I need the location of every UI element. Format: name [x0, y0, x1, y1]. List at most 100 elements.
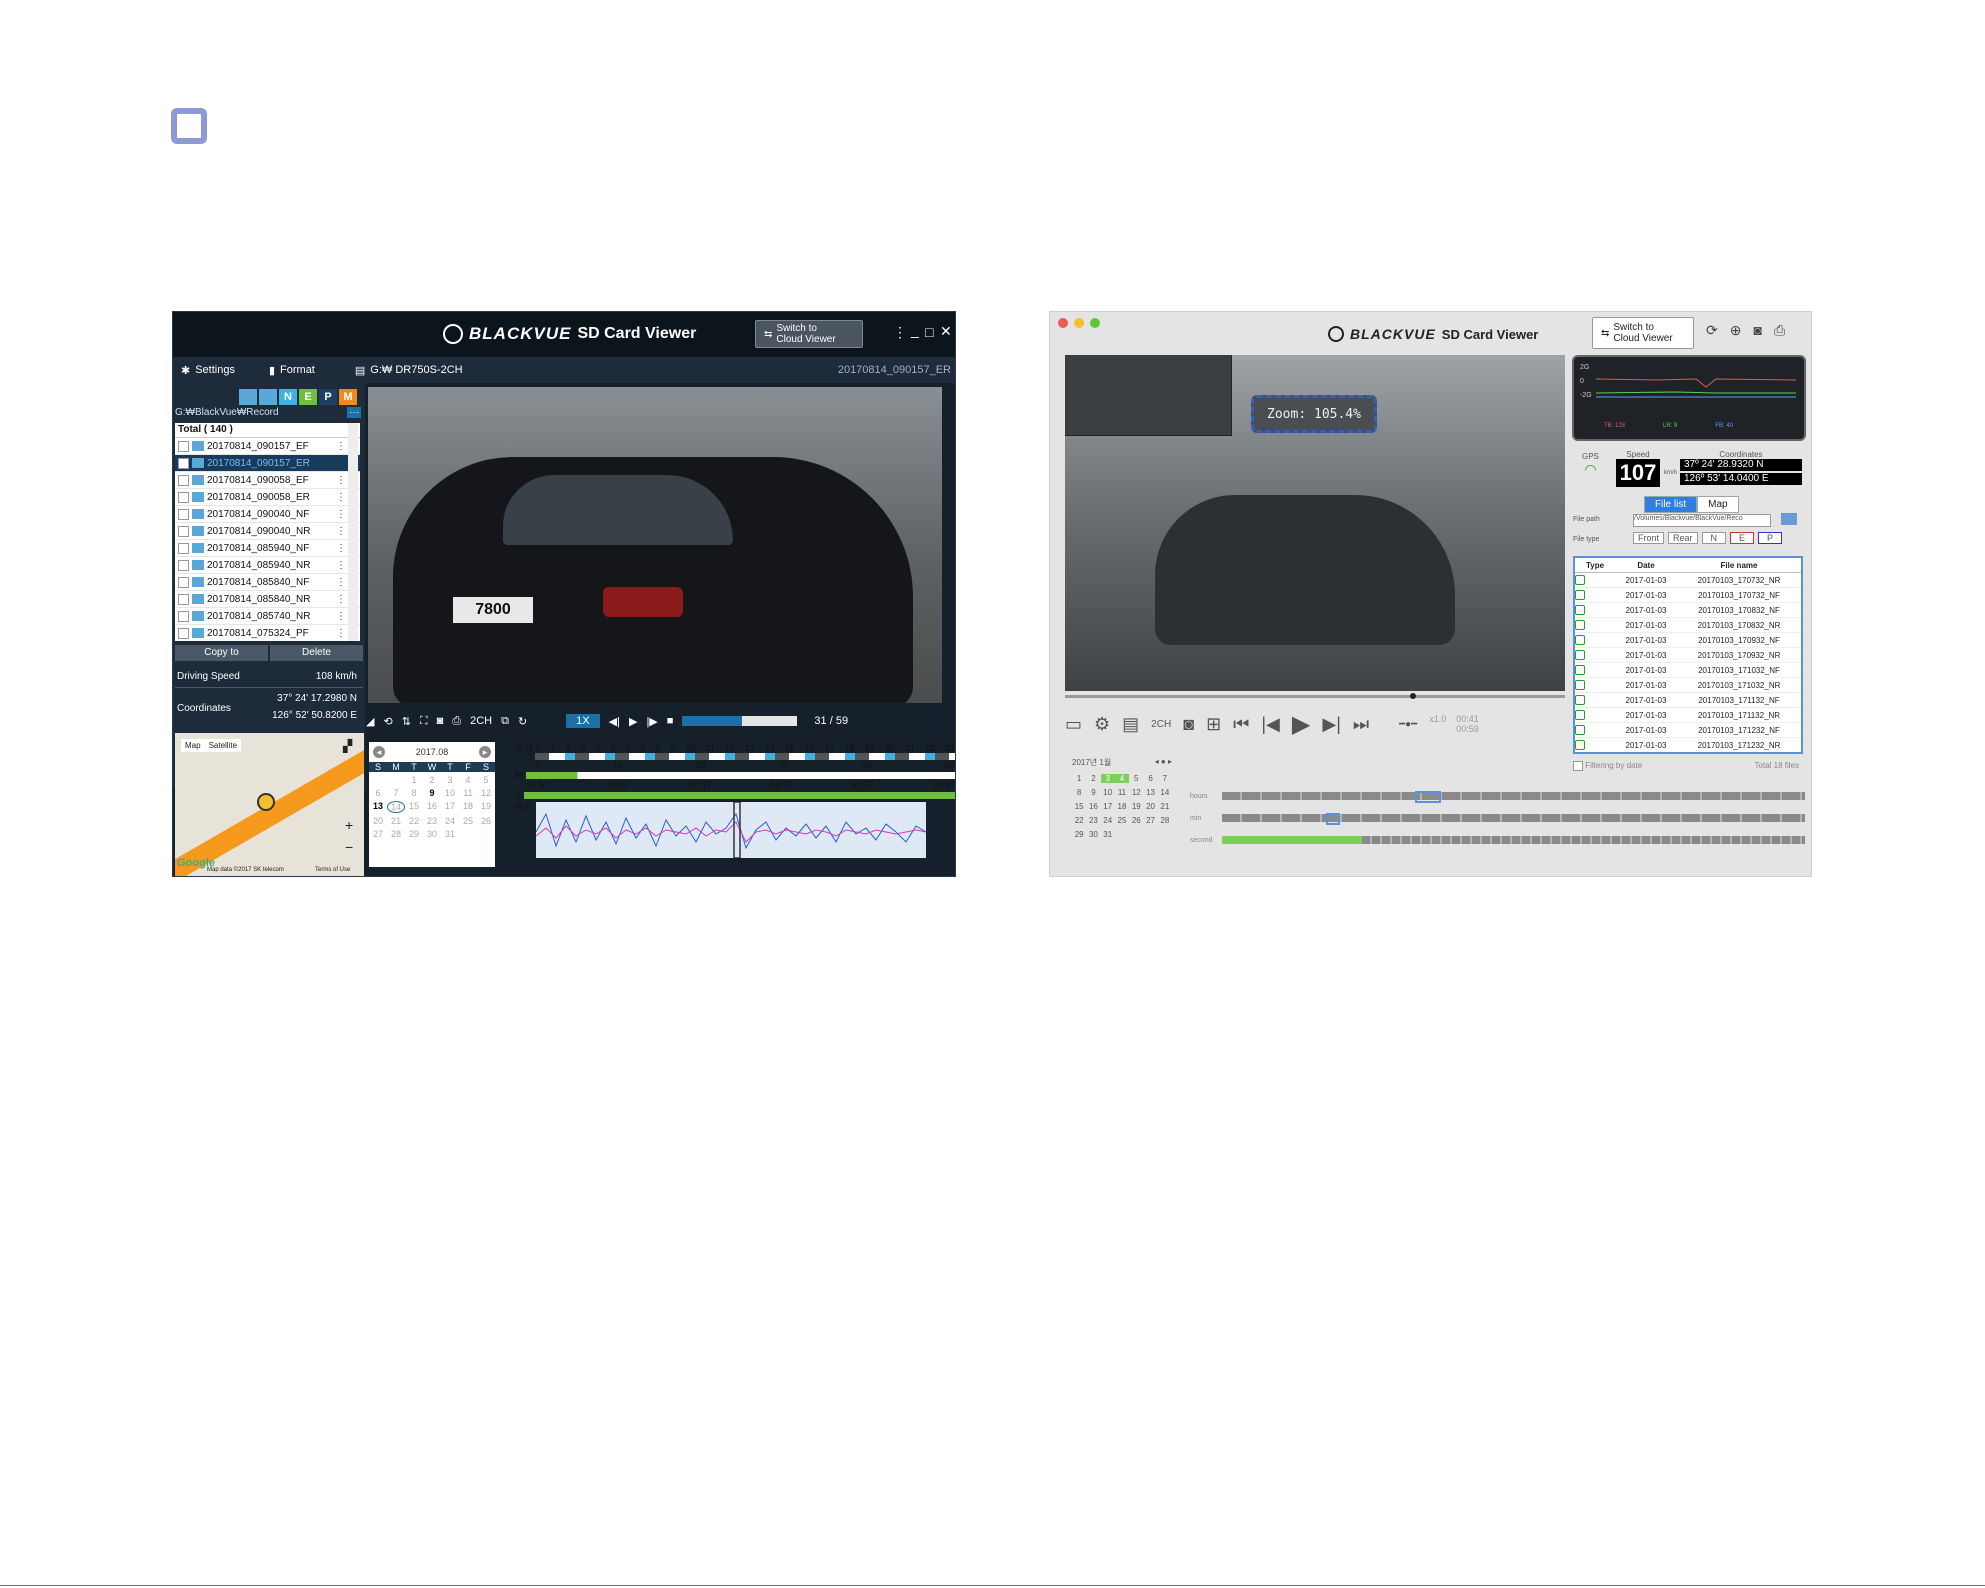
file-checkbox[interactable] [178, 559, 189, 571]
file-row[interactable]: 20170814_090040_NR ⋮ [175, 523, 360, 540]
file-checkbox[interactable] [178, 474, 189, 486]
settings-icon[interactable]: ⚙ [1094, 714, 1110, 735]
camera-snapshot-icon[interactable]: ◙ [437, 715, 444, 727]
file-options-icon[interactable]: ⋮ [336, 441, 346, 452]
satellite-tab[interactable]: Satellite [209, 741, 237, 750]
grid-view-icon[interactable]: ⊞ [1206, 714, 1221, 735]
calendar-day[interactable]: 6 [369, 788, 387, 798]
volume-icon[interactable]: ◢ [366, 715, 374, 728]
file-checkbox[interactable] [178, 627, 189, 639]
file-options-icon[interactable]: ⋮ [336, 611, 346, 622]
refresh-icon[interactable]: ↻ [518, 715, 527, 728]
calendar-day[interactable]: 4 [1114, 774, 1130, 783]
file-checkbox[interactable] [178, 576, 189, 588]
calendar-day[interactable]: 10 [1101, 788, 1115, 797]
file-row[interactable]: 20170814_075324_PF ⋮ [175, 625, 360, 641]
file-row[interactable]: 20170814_085840_NR ⋮ [175, 591, 360, 608]
fullscreen-icon[interactable]: ⛶ [420, 715, 428, 728]
file-options-icon[interactable]: ⋮ [336, 560, 346, 571]
calendar-day[interactable]: 21 [387, 816, 405, 826]
file-row[interactable]: 20170814_085840_NF ⋮ [175, 574, 360, 591]
file-type-filter-2[interactable]: N [279, 389, 297, 405]
calendar-day[interactable]: 22 [405, 816, 423, 826]
file-options-icon[interactable]: ⋮ [336, 628, 346, 639]
calendar-day[interactable]: 17 [1101, 802, 1115, 811]
calendar-day[interactable]: 27 [369, 829, 387, 839]
calendar-day[interactable]: 1 [1072, 774, 1086, 783]
calendar-day[interactable]: 5 [477, 775, 495, 785]
calendar-day[interactable]: 16 [1086, 802, 1100, 811]
file-checkbox[interactable] [178, 457, 189, 469]
close-icon[interactable] [1058, 318, 1068, 328]
calendar-day[interactable]: 9 [423, 788, 441, 798]
file-options-icon[interactable]: ⋮ [336, 509, 346, 520]
calendar-day[interactable]: 11 [1115, 788, 1129, 797]
file-row[interactable]: 2017-01-0320170103_171332_NF [1575, 753, 1801, 754]
calendar-day[interactable]: 15 [1072, 802, 1086, 811]
print-icon[interactable]: ⎙ [1774, 322, 1785, 339]
seconds-bar[interactable] [1222, 836, 1805, 844]
gps-icon[interactable]: ⊕ [1730, 322, 1742, 339]
calendar-day[interactable]: 14 [387, 801, 405, 813]
calendar-day[interactable]: 28 [1158, 816, 1172, 825]
minimize-icon[interactable] [1074, 318, 1084, 328]
hour-bar[interactable] [535, 753, 955, 760]
calendar-day[interactable]: 24 [1101, 816, 1115, 825]
pegman-icon[interactable]: ▞ [343, 739, 352, 753]
calendar-day[interactable]: 16 [423, 801, 441, 813]
print-icon[interactable]: ⎙ [452, 715, 461, 728]
zoom-icon[interactable] [1090, 318, 1100, 328]
file-options-icon[interactable]: ⋮ [336, 492, 346, 503]
file-row[interactable]: 2017-01-03 20170103_171032_NR [1575, 678, 1801, 693]
calendar-day[interactable]: 8 [1072, 788, 1086, 797]
normal-filter[interactable]: N [1701, 532, 1727, 544]
file-type-filter-3[interactable]: E [299, 389, 317, 405]
calendar-day[interactable]: 23 [1086, 816, 1100, 825]
rotate-icon[interactable]: ⟲ [383, 715, 392, 728]
channel-toggle[interactable]: 2CH [470, 715, 492, 727]
file-checkbox[interactable] [178, 525, 189, 537]
calendar-day[interactable]: 14 [1158, 788, 1172, 797]
file-list-scrollbar[interactable] [348, 423, 358, 641]
calendar-day[interactable]: 18 [459, 801, 477, 813]
browse-folder-button[interactable]: ··· [347, 407, 361, 418]
file-row[interactable]: 2017-01-03 20170103_171232_NR [1575, 738, 1801, 752]
calendar-day[interactable]: 19 [477, 801, 495, 813]
play-icon[interactable]: ▶ [629, 715, 637, 728]
zoom-out-button[interactable]: − [345, 839, 353, 855]
speed-slider[interactable]: ━●━ [1399, 719, 1417, 730]
calendar-day[interactable]: 30 [423, 829, 441, 839]
file-checkbox[interactable] [178, 491, 189, 503]
calendar-day[interactable]: 12 [1129, 788, 1143, 797]
drive-selector[interactable]: ▤ G:₩ DR750S-2CH [355, 364, 463, 377]
file-type-filter-5[interactable]: M [339, 389, 357, 405]
file-checkbox[interactable] [178, 440, 189, 452]
file-row[interactable]: 20170814_090040_NF ⋮ [175, 506, 360, 523]
calendar-day[interactable]: 7 [387, 788, 405, 798]
calendar-day[interactable]: 13 [369, 801, 387, 813]
calendar-nav[interactable]: ◂ ● ▸ [1155, 757, 1172, 768]
file-row[interactable]: 20170814_090058_ER ⋮ [175, 489, 360, 506]
file-path-input[interactable]: /Volumes/Blackvue/BlackVue/Reco [1633, 514, 1771, 527]
refresh-icon[interactable]: ⟳ [1706, 322, 1718, 339]
event-filter[interactable]: E [1730, 532, 1755, 544]
file-checkbox[interactable] [178, 610, 189, 622]
video-player[interactable]: 7800 [368, 387, 942, 703]
terms-link[interactable]: Terms of Use [315, 867, 350, 873]
calendar-day[interactable]: 21 [1158, 802, 1172, 811]
calendar-day[interactable]: 3 [441, 775, 459, 785]
file-options-icon[interactable]: ⋮ [336, 475, 346, 486]
map-tab[interactable]: Map [185, 741, 201, 750]
seek-bar[interactable] [1065, 693, 1565, 699]
file-row[interactable]: 20170814_085940_NF ⋮ [175, 540, 360, 557]
calendar-day[interactable]: 25 [1115, 816, 1129, 825]
picture-in-picture-view[interactable] [1065, 355, 1232, 436]
flip-icon[interactable]: ⇅ [402, 715, 411, 728]
stop-icon[interactable]: ■ [667, 715, 674, 727]
calendar-day[interactable]: 17 [441, 801, 459, 813]
calendar-day[interactable]: 7 [1158, 774, 1172, 783]
previous-frame-icon[interactable]: ◀| [609, 715, 620, 728]
g-sensor-graph[interactable] [535, 802, 926, 858]
pip-icon[interactable]: ⧉ [501, 715, 509, 728]
calendar-day[interactable]: 23 [423, 816, 441, 826]
